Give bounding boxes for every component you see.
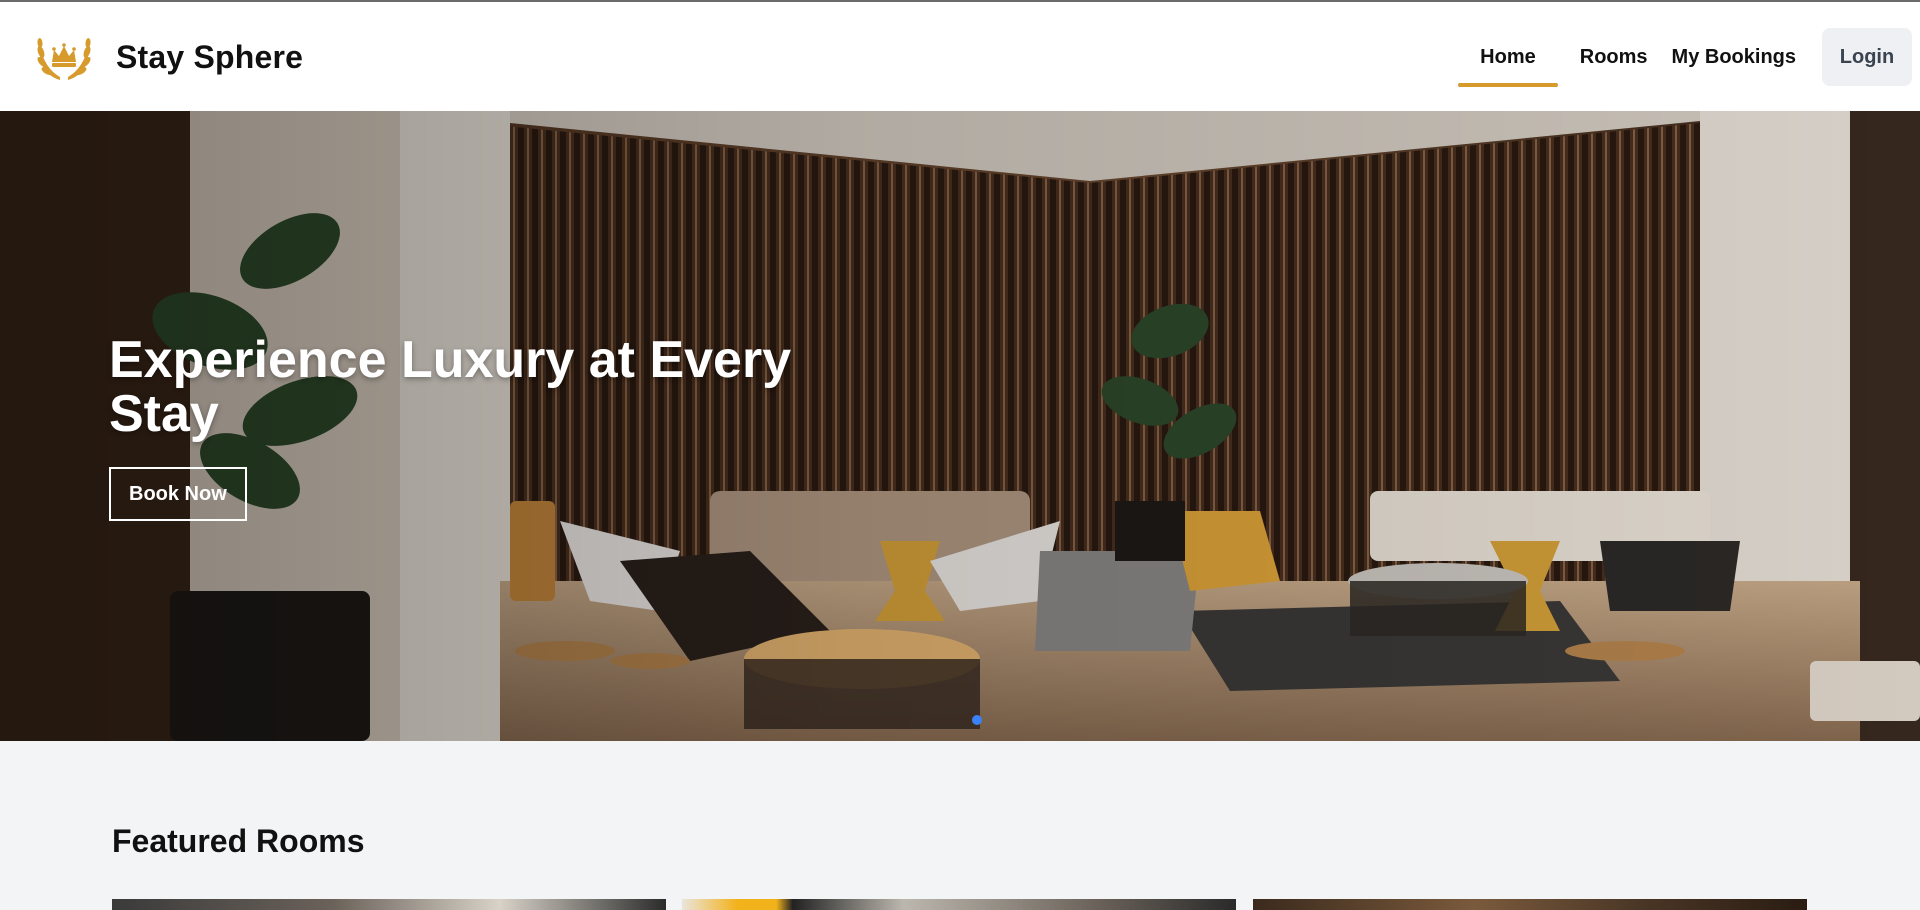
featured-rooms-title: Featured Rooms bbox=[112, 823, 365, 859]
brand[interactable]: Stay Sphere bbox=[32, 30, 303, 84]
book-now-button[interactable]: Book Now bbox=[109, 467, 247, 521]
crown-laurel-icon bbox=[37, 38, 91, 80]
nav-home[interactable]: Home bbox=[1458, 29, 1558, 87]
site-header: Stay Sphere Home Rooms My Bookings Login bbox=[0, 2, 1920, 111]
featured-rooms-section: Featured Rooms bbox=[0, 741, 1920, 910]
hero-banner: Experience Luxury at Every Stay Book Now bbox=[0, 111, 1920, 741]
room-card[interactable] bbox=[112, 899, 666, 910]
room-card[interactable] bbox=[1253, 899, 1807, 910]
brand-name: Stay Sphere bbox=[116, 38, 304, 75]
hero-content: Experience Luxury at Every Stay Book Now bbox=[109, 333, 829, 521]
login-button[interactable]: Login bbox=[1822, 28, 1912, 86]
nav-rooms[interactable]: Rooms bbox=[1568, 29, 1660, 85]
room-card[interactable] bbox=[682, 899, 1236, 910]
hero-title: Experience Luxury at Every Stay bbox=[109, 331, 792, 443]
nav-my-bookings[interactable]: My Bookings bbox=[1660, 29, 1808, 85]
main-nav: Home Rooms My Bookings Login bbox=[1458, 28, 1912, 87]
carousel-indicator-dot[interactable] bbox=[972, 715, 982, 725]
